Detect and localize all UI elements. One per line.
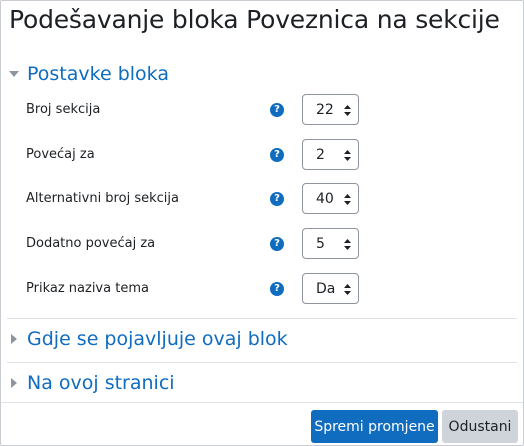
additional-increase-select[interactable]: 5 xyxy=(302,228,359,259)
sort-arrows-icon xyxy=(344,105,351,116)
field-row-alternative-count: Alternativni broj sekcija ? 40 xyxy=(26,183,523,215)
cancel-button[interactable]: Odustani xyxy=(442,410,518,443)
section-header-block-location[interactable]: Gdje se pojavljuje ovaj blok xyxy=(7,328,288,350)
section-count-select[interactable]: 22 xyxy=(302,94,359,125)
field-row-increase-by: Povećaj za ? 2 xyxy=(26,139,523,171)
sort-arrows-icon xyxy=(344,194,351,205)
question-circle-icon[interactable]: ? xyxy=(270,282,284,296)
section-header-block-settings[interactable]: Postavke bloka xyxy=(7,63,169,85)
question-circle-icon[interactable]: ? xyxy=(270,192,284,206)
section-title: Postavke bloka xyxy=(27,63,169,85)
sort-arrows-icon xyxy=(344,284,351,295)
footer-divider xyxy=(1,402,523,403)
modal-frame: Podešavanje bloka Poveznica na sekcije P… xyxy=(0,0,524,446)
field-row-show-topic-names: Prikaz naziva tema ? Da xyxy=(26,273,523,305)
increase-by-select[interactable]: 2 xyxy=(302,139,359,170)
page-title: Podešavanje bloka Poveznica na sekcije xyxy=(9,5,500,34)
section-title: Na ovoj stranici xyxy=(27,372,175,394)
question-circle-icon[interactable]: ? xyxy=(270,103,284,117)
sort-arrows-icon xyxy=(344,239,351,250)
question-circle-icon[interactable]: ? xyxy=(270,148,284,162)
question-circle-icon[interactable]: ? xyxy=(270,237,284,251)
field-label: Prikaz naziva tema xyxy=(26,281,149,296)
caret-right-icon xyxy=(11,378,17,388)
section-divider xyxy=(7,362,517,363)
select-value: 40 xyxy=(316,190,334,207)
caret-right-icon xyxy=(11,334,17,344)
select-value: 5 xyxy=(316,235,325,252)
select-value: 22 xyxy=(316,101,334,118)
sort-arrows-icon xyxy=(344,150,351,161)
field-row-section-count: Broj sekcija ? 22 xyxy=(26,94,523,126)
field-label: Dodatno povećaj za xyxy=(26,236,156,251)
show-topic-names-select[interactable]: Da xyxy=(302,273,359,304)
field-label: Broj sekcija xyxy=(26,102,101,117)
save-changes-button[interactable]: Spremi promjene xyxy=(311,410,438,443)
field-label: Alternativni broj sekcija xyxy=(26,191,179,206)
section-header-on-this-page[interactable]: Na ovoj stranici xyxy=(7,372,175,394)
select-value: Da xyxy=(316,280,336,297)
section-divider xyxy=(7,318,517,319)
field-row-additional-increase: Dodatno povećaj za ? 5 xyxy=(26,228,523,260)
alternative-count-select[interactable]: 40 xyxy=(302,183,359,214)
caret-down-icon xyxy=(9,71,19,77)
field-label: Povećaj za xyxy=(26,147,95,162)
section-title: Gdje se pojavljuje ovaj blok xyxy=(27,328,288,350)
select-value: 2 xyxy=(316,146,325,163)
